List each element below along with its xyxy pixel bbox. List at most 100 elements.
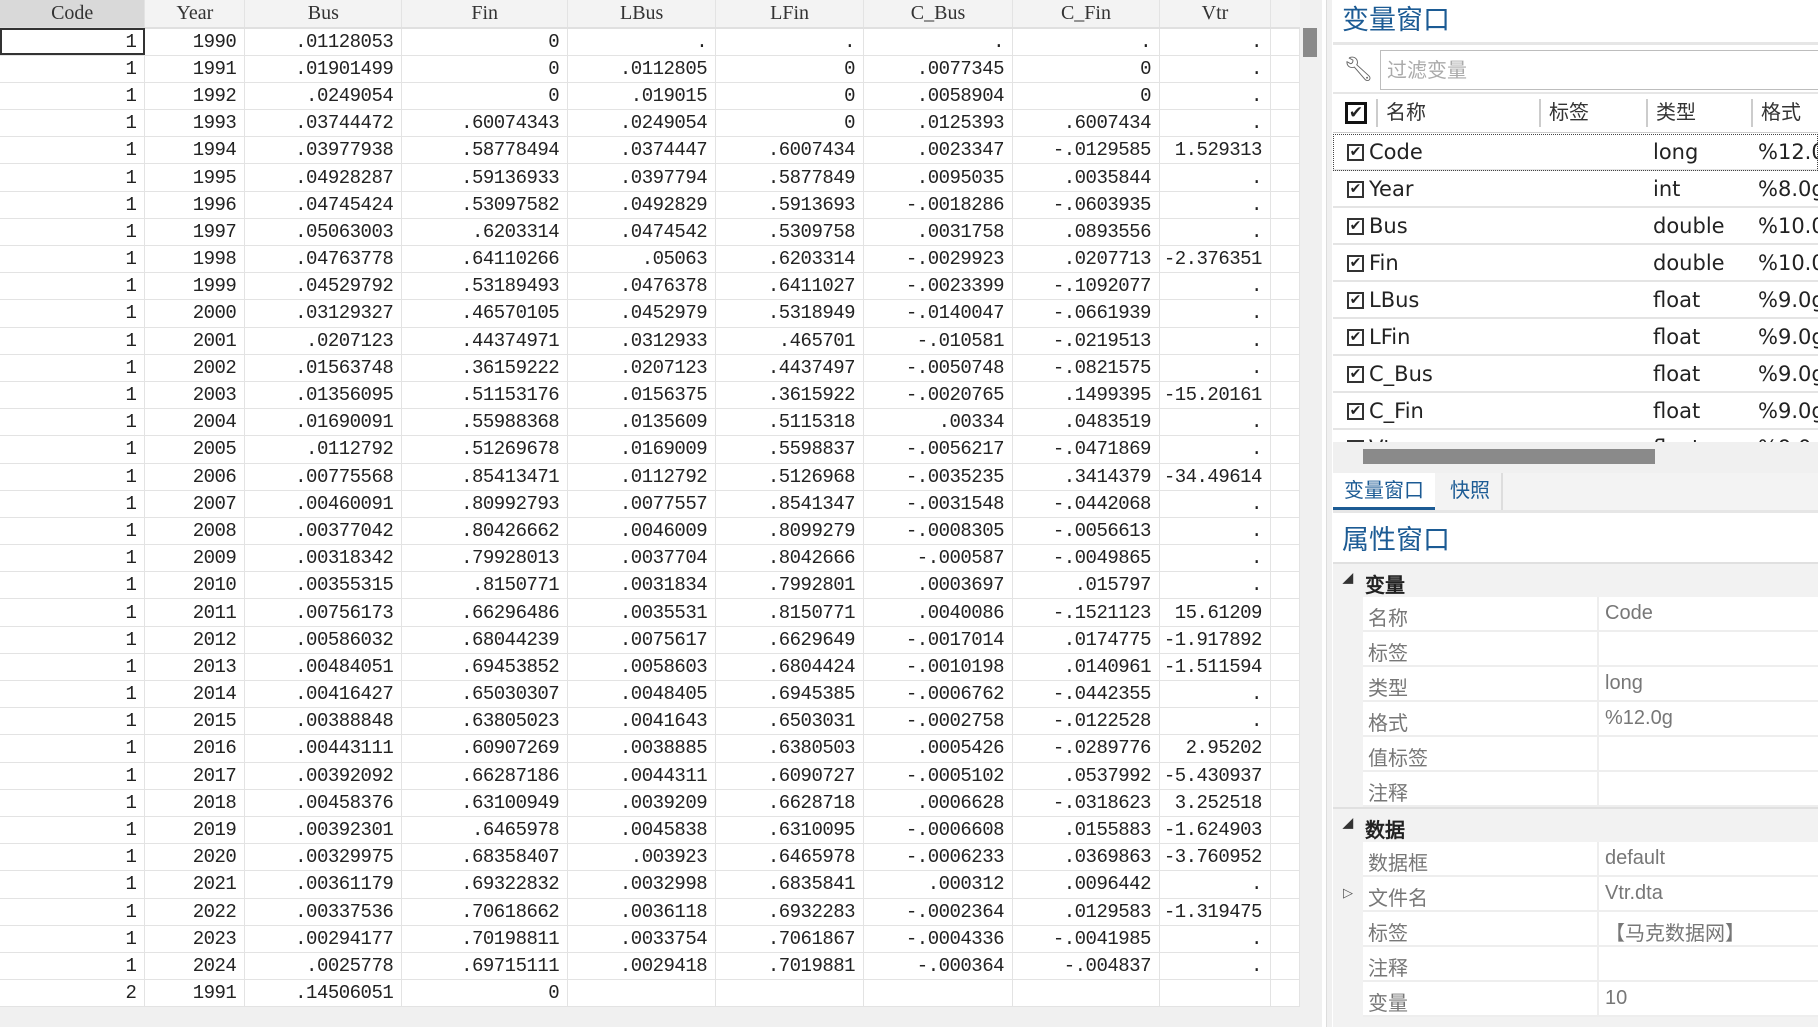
cell-code[interactable]: 2 (0, 979, 146, 1008)
cell-bus[interactable]: .04928287 (244, 163, 403, 192)
cell-lfin[interactable]: .5877849 (715, 163, 865, 192)
cell-vtr[interactable]: . (1159, 82, 1271, 111)
cell-year[interactable]: 2023 (144, 925, 246, 953)
cell-vtr[interactable]: -5.430937 (1159, 762, 1271, 790)
cell-lfin[interactable]: .6310095 (715, 816, 865, 845)
cell-year[interactable]: 2000 (144, 299, 246, 328)
cell-c_fin[interactable]: .0483519 (1012, 408, 1160, 437)
column-header-c_fin[interactable]: C_Fin (1012, 0, 1160, 29)
cell-year[interactable]: 2011 (144, 598, 246, 627)
variable-checkbox[interactable]: ✔ (1347, 292, 1364, 309)
cell-c_bus[interactable]: -.0050748 (863, 354, 1014, 382)
cell-lfin[interactable]: .6007434 (715, 136, 865, 165)
cell-bus[interactable]: .0112792 (244, 435, 403, 464)
cell-fin[interactable]: .60074343 (401, 109, 569, 138)
variable-row[interactable]: ✔ Fin double %10.0 (1333, 245, 1818, 282)
data-editor-grid[interactable]: Code Year Bus Fin LBus LFin C_Bus C_Fin Vtr 1 1990… (0, 0, 1300, 1027)
tab-variables[interactable]: 变量窗口 (1333, 473, 1435, 510)
variable-row[interactable]: ✔ Code long %12.0 (1333, 134, 1818, 171)
cell-fin[interactable]: .80426662 (401, 517, 569, 546)
cell-bus[interactable]: .01356095 (244, 381, 403, 410)
cell-code[interactable]: 1 (0, 870, 146, 899)
cell-year[interactable]: 1990 (144, 28, 246, 56)
cell-year[interactable]: 2016 (144, 734, 246, 763)
cell-bus[interactable]: .00775568 (244, 463, 403, 491)
cell-lbus[interactable]: .0492829 (567, 191, 717, 219)
cell-year[interactable]: 2019 (144, 816, 246, 845)
cell-c_bus[interactable]: -.0002364 (863, 898, 1014, 926)
column-header-vtr[interactable]: Vtr (1159, 0, 1271, 29)
cell-c_fin[interactable] (1012, 979, 1160, 1008)
cell-code[interactable]: 1 (0, 272, 146, 301)
cell-lfin[interactable]: .6835841 (715, 870, 865, 899)
cell-lbus[interactable]: .0397794 (567, 163, 717, 192)
cell-bus[interactable]: .00586032 (244, 626, 403, 654)
cell-vtr[interactable]: . (1159, 272, 1271, 301)
cell-lfin[interactable]: .6203314 (715, 245, 865, 274)
column-header-lfin[interactable]: LFin (715, 0, 865, 29)
cell-c_bus[interactable]: -.0140047 (863, 299, 1014, 328)
variable-row[interactable]: ✔ LFin float %9.0g (1333, 319, 1818, 356)
variable-checkbox[interactable]: ✔ (1347, 181, 1364, 198)
cell-lfin[interactable]: .4437497 (715, 354, 865, 382)
cell-vtr[interactable]: . (1159, 163, 1271, 192)
property-row[interactable]: 标签 【马克数据网】 (1363, 912, 1818, 947)
cell-year[interactable]: 1996 (144, 191, 246, 219)
cell-c_bus[interactable]: .0125393 (863, 109, 1014, 138)
cell-year[interactable]: 2017 (144, 762, 246, 790)
cell-lbus[interactable]: .0046009 (567, 517, 717, 546)
cell-bus[interactable]: .00337536 (244, 898, 403, 926)
cell-fin[interactable]: .70618662 (401, 898, 569, 926)
cell-code[interactable]: 1 (0, 109, 146, 138)
cell-vtr[interactable]: 1.529313 (1159, 136, 1271, 165)
cell-year[interactable]: 2020 (144, 843, 246, 872)
cell-code[interactable]: 1 (0, 408, 146, 437)
cell-lfin[interactable]: 0 (715, 82, 865, 111)
cell-vtr[interactable]: . (1159, 517, 1271, 546)
cell-bus[interactable]: .00361179 (244, 870, 403, 899)
cell-bus[interactable]: .00388848 (244, 707, 403, 736)
variable-row[interactable]: ✔ LBus float %9.0g (1333, 282, 1818, 319)
cell-lbus[interactable] (567, 979, 717, 1008)
filter-variables-input[interactable] (1380, 50, 1818, 90)
cell-fin[interactable]: 0 (401, 979, 569, 1008)
cell-lfin[interactable]: .6380503 (715, 734, 865, 763)
property-row[interactable]: 变量 10 (1363, 982, 1818, 1017)
cell-fin[interactable]: .58778494 (401, 136, 569, 165)
cell-code[interactable]: 1 (0, 571, 146, 600)
cell-c_fin[interactable]: -.0041985 (1012, 925, 1160, 953)
cell-c_bus[interactable]: -.0035235 (863, 463, 1014, 491)
cell-code[interactable]: 1 (0, 626, 146, 654)
cell-lbus[interactable]: .0474542 (567, 218, 717, 247)
cell-lfin[interactable]: 0 (715, 55, 865, 83)
cell-bus[interactable]: .0025778 (244, 952, 403, 981)
cell-lfin[interactable]: .5309758 (715, 218, 865, 247)
cell-lfin[interactable]: .6932283 (715, 898, 865, 926)
cell-year[interactable]: 2007 (144, 490, 246, 518)
variable-row[interactable]: ✔ C_Fin float %9.0g (1333, 393, 1818, 430)
cell-vtr[interactable]: . (1159, 435, 1271, 464)
cell-lbus[interactable]: .0452979 (567, 299, 717, 328)
cell-c_bus[interactable]: -.0018286 (863, 191, 1014, 219)
column-header-code[interactable]: Code (0, 0, 146, 29)
cell-code[interactable]: 1 (0, 163, 146, 192)
cell-code[interactable]: 1 (0, 354, 146, 382)
cell-code[interactable]: 1 (0, 435, 146, 464)
cell-lfin[interactable]: .6804424 (715, 653, 865, 682)
cell-c_bus[interactable]: -.000587 (863, 544, 1014, 573)
cell-bus[interactable]: .03744472 (244, 109, 403, 138)
cell-year[interactable]: 2018 (144, 789, 246, 817)
cell-fin[interactable]: .51269678 (401, 435, 569, 464)
cell-lfin[interactable]: .8150771 (715, 598, 865, 627)
cell-c_bus[interactable]: .0006628 (863, 789, 1014, 817)
cell-bus[interactable]: .01901499 (244, 55, 403, 83)
tab-snapshots[interactable]: 快照 (1439, 473, 1503, 510)
cell-code[interactable]: 1 (0, 82, 146, 111)
cell-c_fin[interactable]: -.0603935 (1012, 191, 1160, 219)
cell-lbus[interactable]: .0077557 (567, 490, 717, 518)
cell-lbus[interactable]: .0033754 (567, 925, 717, 953)
cell-c_fin[interactable]: .0537992 (1012, 762, 1160, 790)
cell-lfin[interactable]: .6628718 (715, 789, 865, 817)
cell-c_fin[interactable]: .1499395 (1012, 381, 1160, 410)
property-row[interactable]: 注释 (1363, 772, 1818, 807)
